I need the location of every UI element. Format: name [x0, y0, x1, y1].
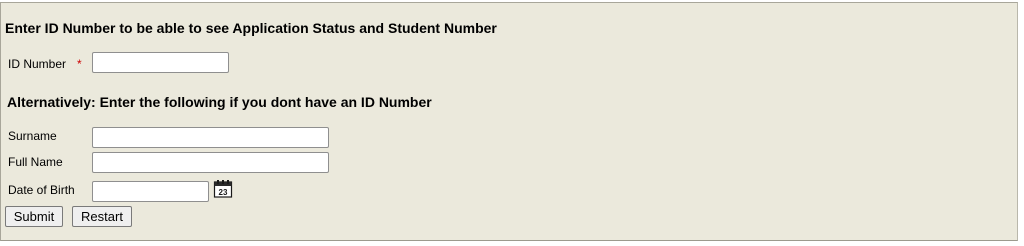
surname-label: Surname [8, 129, 57, 143]
date-of-birth-label: Date of Birth [8, 183, 75, 197]
surname-input[interactable] [92, 127, 329, 148]
alternative-heading: Alternatively: Enter the following if yo… [7, 94, 432, 110]
calendar-icon[interactable]: 23 [213, 179, 233, 198]
id-number-label: ID Number [8, 57, 67, 71]
lookup-form-panel: Enter ID Number to be able to see Applic… [0, 2, 1018, 241]
id-number-heading: Enter ID Number to be able to see Applic… [5, 20, 497, 36]
full-name-label: Full Name [8, 155, 63, 169]
id-number-input[interactable] [92, 52, 229, 73]
full-name-input[interactable] [92, 152, 329, 173]
date-of-birth-input[interactable] [92, 181, 209, 202]
restart-button[interactable]: Restart [72, 206, 132, 227]
calendar-day-number: 23 [219, 188, 228, 197]
required-asterisk: * [77, 57, 82, 71]
submit-button[interactable]: Submit [5, 206, 63, 227]
